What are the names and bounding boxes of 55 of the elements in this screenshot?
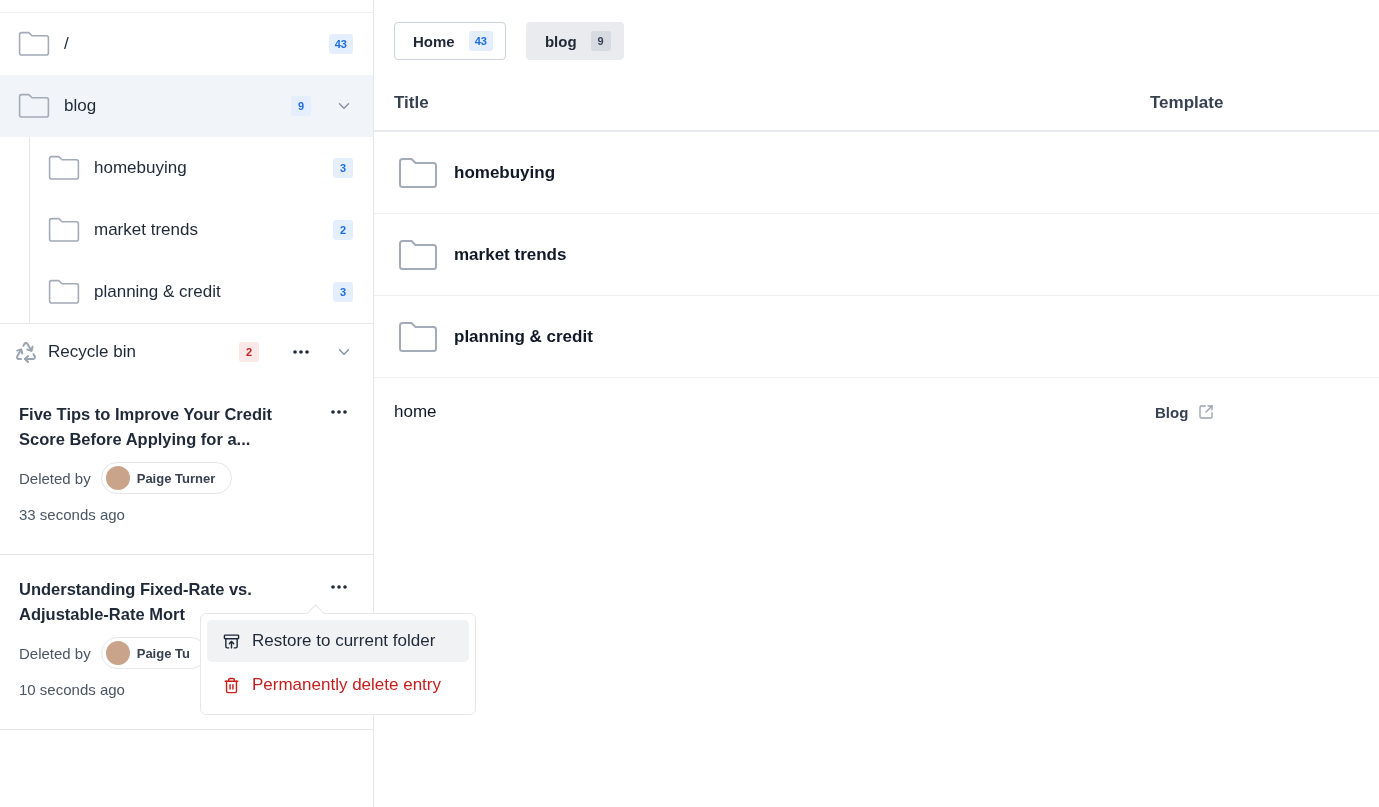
folder-name: planning & credit <box>454 326 593 347</box>
folder-tree-item[interactable]: planning & credit 3 <box>30 261 373 323</box>
item-count: 9 <box>590 31 611 51</box>
recycle-icon <box>14 340 38 364</box>
folder-row[interactable]: planning & credit <box>374 296 1379 378</box>
folder-icon <box>48 155 80 181</box>
menu-item[interactable]: Restore to current folder <box>207 620 469 662</box>
deleted-by-label: Deleted by <box>19 644 91 662</box>
folder-icon <box>18 31 50 57</box>
folder-icon <box>398 156 438 189</box>
item-count: 2 <box>239 342 259 362</box>
folder-tab[interactable]: Home 43 <box>394 22 506 60</box>
folder-icon <box>18 93 50 119</box>
item-count: 9 <box>291 96 311 116</box>
folder-row[interactable]: homebuying <box>374 132 1379 214</box>
folder-icon <box>398 320 438 353</box>
folder-name: market trends <box>454 244 567 265</box>
item-count: 43 <box>328 34 353 54</box>
folder-tree-item[interactable]: / 43 <box>0 13 373 75</box>
folder-tree-item[interactable]: blog 9 <box>0 75 373 137</box>
folder-label: / <box>64 34 70 54</box>
item-count: 2 <box>333 220 353 240</box>
column-header: Title <box>394 92 429 113</box>
archive-restore-icon <box>223 632 240 650</box>
deleted-time: 10 seconds ago <box>19 681 125 698</box>
deleted-by-label: Deleted by <box>19 469 91 487</box>
deleted-time: 33 seconds ago <box>19 506 125 523</box>
ellipsis-icon <box>293 350 309 354</box>
template-link[interactable]: Blog <box>1155 403 1215 421</box>
folder-label: planning & credit <box>94 282 222 302</box>
folder-row[interactable]: market trends <box>374 214 1379 296</box>
avatar <box>105 466 130 490</box>
folder-name: homebuying <box>454 162 556 183</box>
folder-icon <box>48 217 80 243</box>
folder-tab[interactable]: blog 9 <box>525 22 624 60</box>
folder-icon <box>48 279 80 305</box>
ellipsis-icon <box>331 585 347 589</box>
recycle-bin-label: Recycle bin <box>48 342 137 362</box>
folder-label: blog <box>64 96 98 116</box>
trash-icon <box>223 676 240 694</box>
entry-title: Five Tips to Improve Your Credit Score Before Applying for a... <box>19 404 274 450</box>
folder-label: market trends <box>94 220 199 240</box>
item-count: 3 <box>333 158 353 178</box>
folder-icon <box>398 238 438 271</box>
folder-label: homebuying <box>94 158 188 178</box>
item-count: 43 <box>468 31 493 51</box>
menu-item[interactable]: Permanently delete entry <box>207 664 469 706</box>
column-header: Template <box>1150 92 1224 113</box>
page-title: home <box>394 402 438 422</box>
item-count: 3 <box>333 282 353 302</box>
ellipsis-icon <box>331 410 347 414</box>
folder-tree-item[interactable]: homebuying 3 <box>30 137 373 199</box>
avatar <box>105 641 130 665</box>
folder-tree-item[interactable]: market trends 2 <box>30 199 373 261</box>
external-link-icon <box>1198 404 1215 420</box>
